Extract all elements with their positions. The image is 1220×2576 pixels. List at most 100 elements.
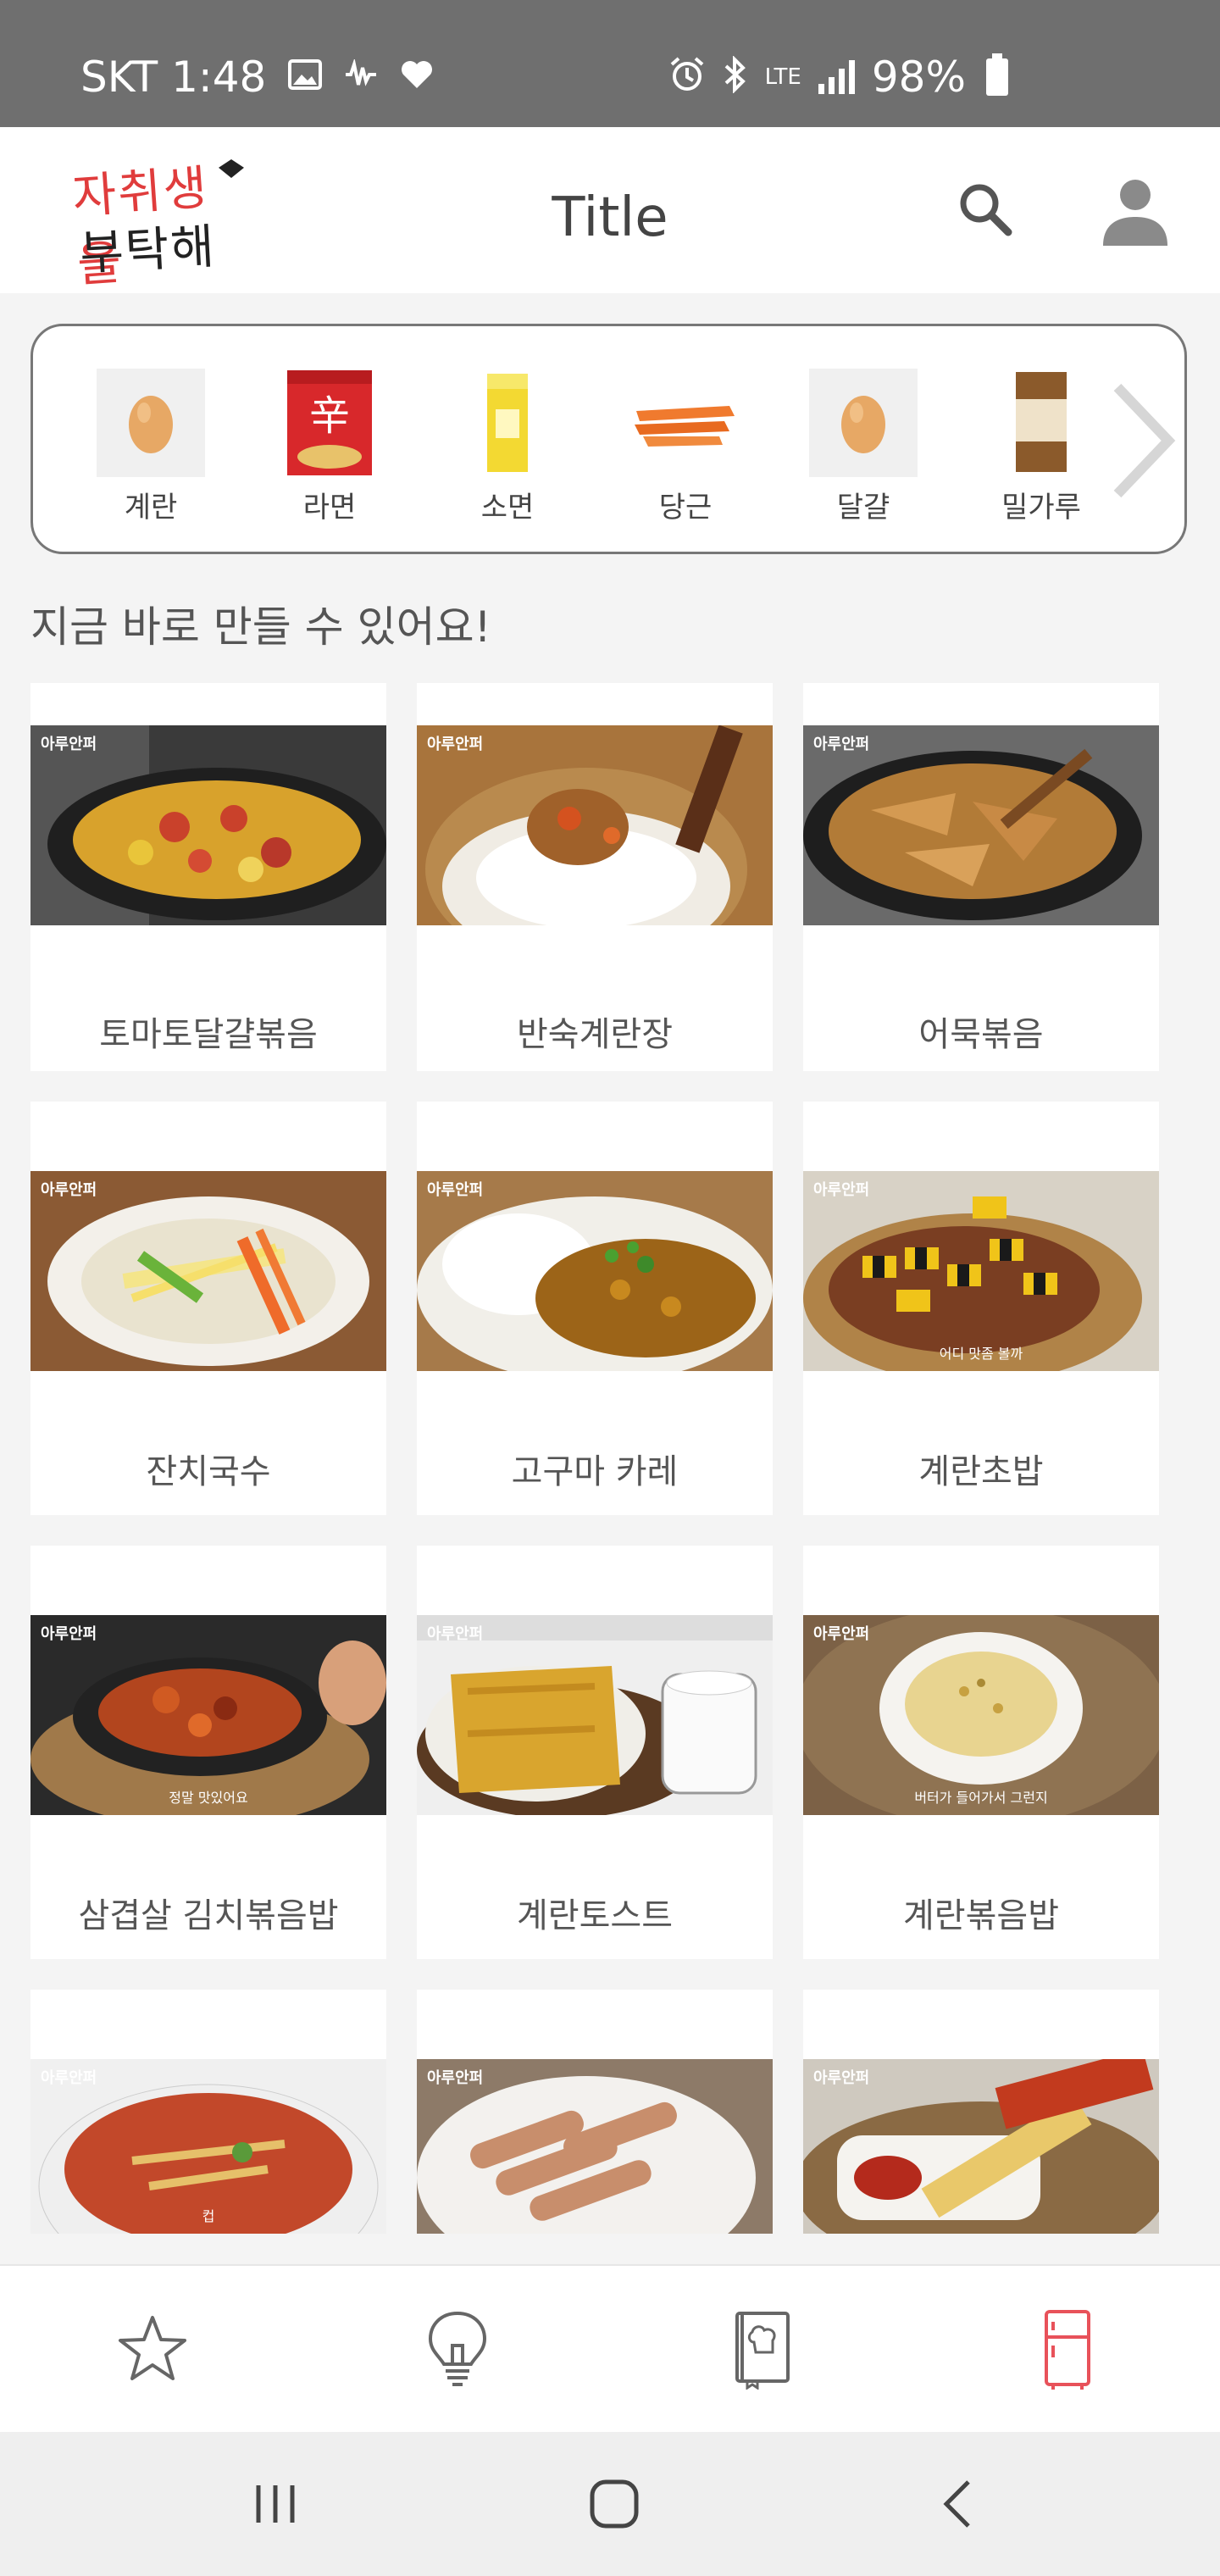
recipe-image: 아루안퍼 컵: [30, 2059, 386, 2234]
ingredient-label: 계란: [124, 491, 178, 525]
recipe-image: 아루안퍼: [30, 1171, 386, 1371]
bluetooth-icon: [723, 54, 748, 99]
recipe-card[interactable]: 아루안퍼 버터가 들어가서 그런지 계란볶음밥: [803, 1546, 1159, 1959]
channel-tag: 아루안퍼: [41, 736, 97, 753]
system-navigation-bar: [0, 2432, 1220, 2576]
recipe-card[interactable]: 아루안퍼 어묵볶음: [803, 683, 1159, 1071]
recipe-card[interactable]: 아루안퍼: [803, 1990, 1159, 2234]
home-icon: [590, 2479, 639, 2529]
nav-favorites[interactable]: [102, 2298, 203, 2400]
video-caption: 컵: [202, 2208, 215, 2224]
chevron-right-icon: [1113, 383, 1176, 498]
back-icon: [943, 2480, 970, 2528]
recipe-name: 어묵볶음: [918, 1015, 1044, 1054]
video-caption: 어디 맛좀 볼까: [939, 1346, 1023, 1362]
recipe-image: 아루안퍼: [417, 1615, 773, 1815]
home-button[interactable]: [576, 2470, 652, 2538]
ingredient-item[interactable]: 辛 라면: [274, 369, 385, 525]
recipe-card[interactable]: 아루안퍼 계란토스트: [417, 1546, 773, 1959]
recipe-name: 토마토달걀볶음: [99, 1015, 318, 1054]
egg-image: [809, 369, 918, 477]
video-caption: 정말 맛있어요: [169, 1790, 248, 1806]
channel-tag: 아루안퍼: [813, 1181, 870, 1199]
recipe-card[interactable]: 아루안퍼 토마토달걀볶음: [30, 683, 386, 1071]
ingredient-item[interactable]: 당근: [630, 369, 740, 525]
recipe-name: 삼겹살 김치볶음밥: [78, 1896, 339, 1935]
ingredient-strip[interactable]: 계란 辛 라면 소면 당근 달걀 밀가루: [30, 324, 1187, 554]
ingredient-item[interactable]: 밀가루: [986, 369, 1096, 525]
star-icon: [119, 2316, 186, 2380]
recipe-image: 아루안퍼 어디 맛좀 볼까: [803, 1171, 1159, 1371]
battery-percent: 98%: [871, 53, 966, 102]
noodle-pack-image: [453, 369, 562, 477]
recent-apps-button[interactable]: [237, 2470, 313, 2538]
recipe-card[interactable]: 아루안퍼 어디 맛좀 볼까 계란초밥: [803, 1102, 1159, 1515]
channel-tag: 아루안퍼: [813, 1625, 870, 1643]
fridge-icon: [1045, 2310, 1090, 2390]
status-bar: SKT 1:48 LTE 98%: [0, 0, 1220, 127]
channel-tag: 아루안퍼: [427, 1625, 484, 1643]
search-icon: [960, 184, 1012, 236]
recipe-name: 계란토스트: [517, 1896, 673, 1935]
channel-tag: 아루안퍼: [427, 2069, 484, 2087]
recipe-card[interactable]: 아루안퍼 정말 맛있어요 삼겹살 김치볶음밥: [30, 1546, 386, 1959]
recipe-card[interactable]: 아루안퍼 고구마 카레: [417, 1102, 773, 1515]
recipe-name: 고구마 카레: [511, 1452, 679, 1491]
ingredient-label: 달걀: [836, 491, 890, 525]
ingredient-label: 밀가루: [1001, 491, 1081, 525]
flour-bag-image: [987, 369, 1095, 477]
lightbulb-icon: [428, 2311, 487, 2386]
ingredient-item[interactable]: 달걀: [808, 369, 918, 525]
gallery-icon: [288, 58, 323, 96]
ramen-pack-image: 辛: [275, 369, 384, 477]
signal-icon: [818, 60, 855, 94]
status-left: SKT 1:48: [80, 53, 434, 102]
ingredient-scroll-next-button[interactable]: [1092, 377, 1184, 504]
channel-tag: 아루안퍼: [41, 1181, 97, 1199]
recipe-image: 아루안퍼: [417, 725, 773, 925]
channel-tag: 아루안퍼: [427, 1181, 484, 1199]
recipe-name: 반숙계란장: [517, 1015, 673, 1054]
ingredient-item[interactable]: 소면: [452, 369, 563, 525]
recipe-image: 아루안퍼: [417, 2059, 773, 2234]
nav-recipe-book[interactable]: [712, 2298, 813, 2400]
status-right: LTE 98%: [668, 53, 1008, 102]
back-button[interactable]: [919, 2470, 995, 2538]
channel-tag: 아루안퍼: [41, 2069, 97, 2087]
recipe-image: 아루안퍼: [417, 1171, 773, 1371]
waveform-icon: [344, 57, 378, 96]
ingredient-item[interactable]: 계란: [96, 369, 206, 525]
chef-book-icon: [735, 2312, 790, 2390]
nav-fridge[interactable]: [1017, 2298, 1118, 2400]
recipe-image: 아루안퍼: [803, 2059, 1159, 2234]
recipe-image: 아루안퍼 정말 맛있어요: [30, 1615, 386, 1815]
network-type: LTE: [764, 64, 801, 90]
video-caption: 버터가 들어가서 그런지: [914, 1790, 1048, 1806]
recipe-name: 계란초밥: [918, 1452, 1044, 1491]
channel-tag: 아루안퍼: [813, 2069, 870, 2087]
recipe-card[interactable]: 아루안퍼: [417, 1990, 773, 2234]
nav-tips[interactable]: [407, 2298, 508, 2400]
user-icon: [1103, 180, 1167, 246]
heart-icon: [400, 59, 434, 96]
recipe-card[interactable]: 아루안퍼 반숙계란장: [417, 683, 773, 1071]
recipe-image: 아루안퍼 버터가 들어가서 그런지: [803, 1615, 1159, 1815]
section-heading: 지금 바로 만들 수 있어요!: [30, 602, 491, 652]
ingredient-label: 당근: [658, 491, 713, 525]
recipe-name: 계란볶음밥: [903, 1896, 1059, 1935]
recent-apps-icon: [256, 2485, 295, 2523]
channel-tag: 아루안퍼: [427, 736, 484, 753]
app-header: 자취생을 부탁해 Title: [0, 127, 1220, 293]
recipe-card[interactable]: 아루안퍼 컵: [30, 1990, 386, 2234]
recipe-image: 아루안퍼: [30, 725, 386, 925]
bottom-navigation: [0, 2264, 1220, 2434]
page-title: Title: [552, 186, 668, 249]
alarm-icon: [668, 56, 706, 99]
carrot-image: [631, 369, 740, 477]
recipe-card[interactable]: 아루안퍼 잔치국수: [30, 1102, 386, 1515]
egg-image: [97, 369, 205, 477]
search-button[interactable]: [956, 180, 1015, 239]
battery-icon: [986, 53, 1008, 96]
profile-button[interactable]: [1101, 175, 1169, 246]
ingredient-label: 소면: [480, 491, 535, 525]
